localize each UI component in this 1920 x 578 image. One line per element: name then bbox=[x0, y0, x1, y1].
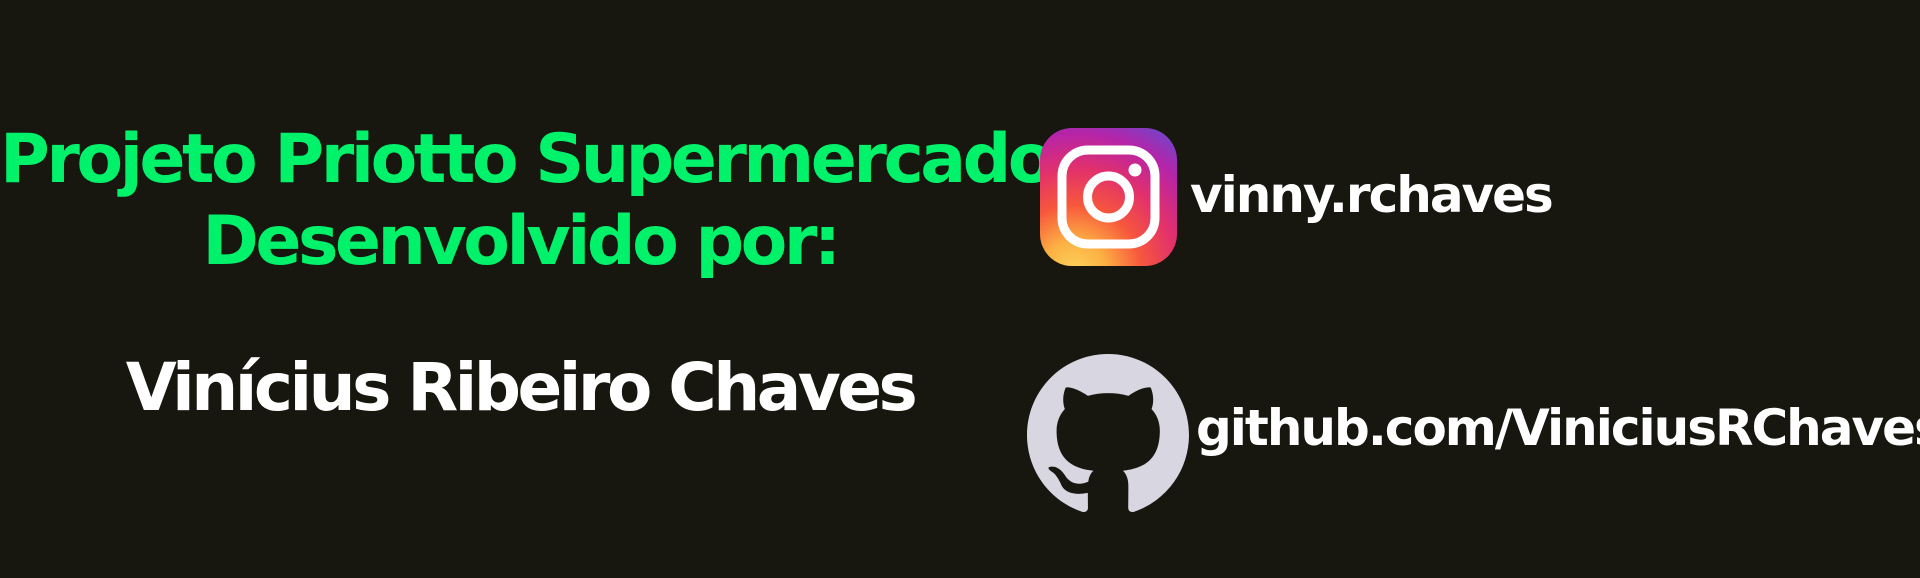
credits-block: Projeto Priotto Supermercado Desenvolvid… bbox=[0, 0, 1055, 578]
developed-by-label: Desenvolvido por: bbox=[202, 202, 841, 281]
github-icon[interactable] bbox=[1027, 354, 1189, 516]
author-name: Vinícius Ribeiro Chaves bbox=[125, 349, 918, 426]
instagram-handle[interactable]: vinny.rchaves bbox=[1190, 165, 1554, 225]
instagram-icon[interactable] bbox=[1040, 128, 1177, 266]
github-link[interactable]: github.com/ViniciusRChaves bbox=[1196, 398, 1920, 458]
project-title: Projeto Priotto Supermercado bbox=[0, 120, 1055, 199]
